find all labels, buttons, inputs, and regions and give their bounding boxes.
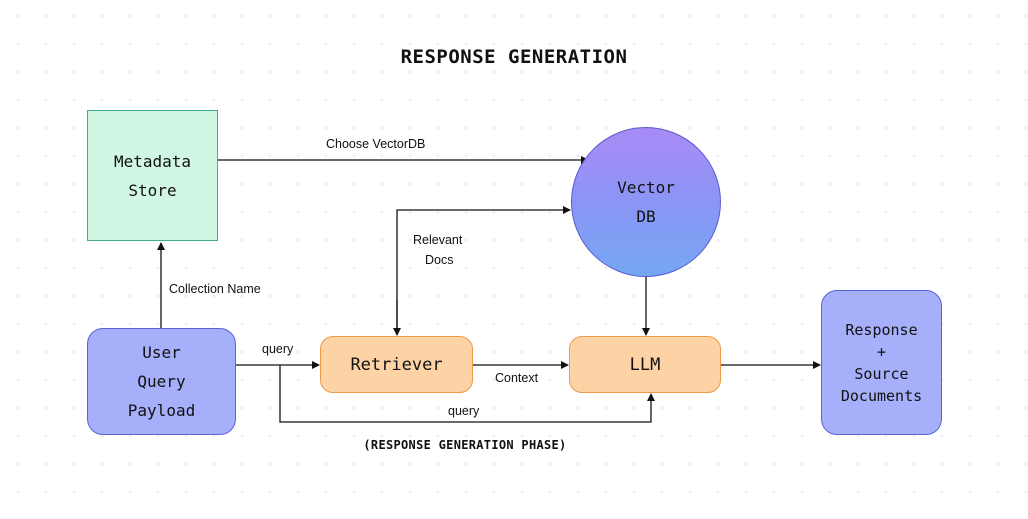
edge-label-relevant: Relevant: [413, 233, 463, 247]
metadata-store-label: Metadata Store: [113, 151, 192, 200]
edge-label-docs: Docs: [425, 253, 454, 267]
retriever-label: Retriever: [350, 354, 443, 375]
user-query-payload-label: User Query Payload: [127, 343, 196, 420]
edge-label-choose-vectordb: Choose VectorDB: [326, 137, 426, 151]
edge-retriever-to-vectordb: [396, 206, 571, 335]
retriever-node: Retriever: [320, 336, 473, 393]
vector-db-node: Vector DB: [571, 127, 721, 277]
edge-label-context: Context: [495, 371, 539, 385]
edge-label-query-bottom: query: [448, 404, 480, 418]
user-query-payload-node: User Query Payload: [87, 328, 236, 435]
vector-db-label: Vector DB: [617, 178, 675, 226]
edge-label-query-top: query: [262, 342, 294, 356]
phase-caption: (RESPONSE GENERATION PHASE): [363, 438, 567, 452]
llm-label: LLM: [629, 354, 661, 375]
llm-node: LLM: [569, 336, 721, 393]
edge-label-collection-name: Collection Name: [169, 282, 261, 296]
metadata-store-node: Metadata Store: [87, 110, 218, 241]
response-node: Response + Source Documents: [821, 290, 942, 435]
response-label: Response + Source Documents: [840, 320, 923, 405]
